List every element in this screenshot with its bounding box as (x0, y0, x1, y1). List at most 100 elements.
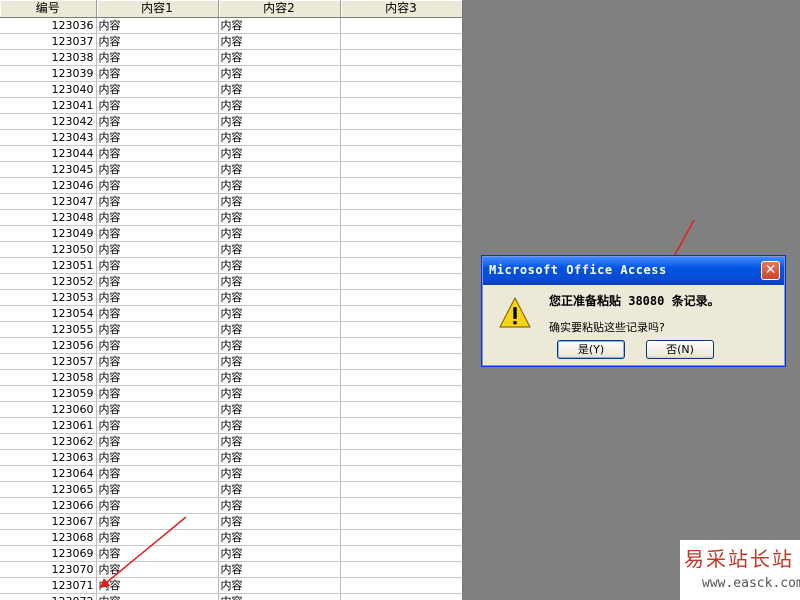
cell-content1[interactable]: 内容 (96, 401, 219, 418)
cell-content1[interactable]: 内容 (96, 129, 219, 146)
cell-content1[interactable]: 内容 (96, 81, 219, 98)
table-row[interactable]: 123072内容内容 (0, 593, 462, 600)
cell-content3[interactable] (340, 97, 462, 114)
cell-content1[interactable]: 内容 (96, 353, 219, 370)
table-row[interactable]: 123051 内容 内容 (0, 257, 462, 274)
table-row[interactable]: 123038 内容 内容 (0, 49, 462, 66)
cell-content1[interactable]: 内容 (96, 369, 219, 386)
cell-content2[interactable]: 内容 (218, 33, 341, 50)
table-row[interactable]: 123040 内容 内容 (0, 81, 462, 98)
table-row[interactable]: 123043 内容 内容 (0, 129, 462, 146)
cell-content3[interactable] (340, 401, 462, 418)
cell-content3[interactable] (340, 545, 462, 562)
cell-content3[interactable] (340, 433, 462, 450)
cell-content2[interactable]: 内容 (218, 17, 341, 34)
cell-content3[interactable] (340, 241, 462, 258)
cell-id[interactable]: 123062 (0, 433, 97, 450)
cell-content3[interactable] (340, 369, 462, 386)
cell-content3[interactable] (340, 449, 462, 466)
cell-content3[interactable] (340, 81, 462, 98)
cell-content3[interactable] (340, 417, 462, 434)
cell-content1[interactable]: 内容 (96, 481, 219, 498)
cell-content1[interactable]: 内容 (96, 465, 219, 482)
table-row[interactable]: 123047 内容 内容 (0, 193, 462, 210)
cell-id[interactable]: 123071 (0, 577, 97, 594)
cell-content3[interactable] (340, 273, 462, 290)
cell-content1[interactable]: 内容 (96, 273, 219, 290)
cell-id[interactable]: 123063 (0, 449, 97, 466)
cell-id[interactable]: 123066 (0, 497, 97, 514)
cell-id[interactable]: 123047 (0, 193, 97, 210)
cell-id[interactable]: 123068 (0, 529, 97, 546)
table-row[interactable]: 123057 内容 内容 (0, 353, 462, 370)
cell-content3[interactable] (340, 577, 462, 594)
cell-content1[interactable]: 内容 (96, 561, 219, 578)
cell-content1[interactable]: 内容 (96, 545, 219, 562)
cell-content2[interactable]: 内容 (218, 401, 341, 418)
cell-content2[interactable]: 内容 (218, 513, 341, 530)
cell-id[interactable]: 123041 (0, 97, 97, 114)
column-header-content2[interactable]: 内容2 (218, 0, 341, 18)
cell-id[interactable]: 123072 (0, 593, 97, 600)
cell-content2[interactable]: 内容 (218, 273, 341, 290)
cell-content2[interactable]: 内容 (218, 113, 341, 130)
cell-content3[interactable] (340, 193, 462, 210)
cell-content2[interactable]: 内容 (218, 225, 341, 242)
table-row[interactable]: 123044 内容 内容 (0, 145, 462, 162)
cell-content3[interactable] (340, 289, 462, 306)
cell-content1[interactable]: 内容 (96, 145, 219, 162)
cell-content2[interactable]: 内容 (218, 561, 341, 578)
cell-content3[interactable] (340, 33, 462, 50)
cell-content1[interactable]: 内容 (96, 321, 219, 338)
cell-id[interactable]: 123046 (0, 177, 97, 194)
cell-content3[interactable] (340, 17, 462, 34)
cell-content3[interactable] (340, 177, 462, 194)
cell-content3[interactable] (340, 465, 462, 482)
table-row[interactable]: 123049 内容 内容 (0, 225, 462, 242)
cell-content2[interactable]: 内容 (218, 81, 341, 98)
cell-content1[interactable]: 内容 (96, 49, 219, 66)
cell-id[interactable]: 123065 (0, 481, 97, 498)
cell-content3[interactable] (340, 209, 462, 226)
table-row[interactable]: 123037 内容 内容 (0, 33, 462, 50)
cell-content3[interactable] (340, 129, 462, 146)
table-row[interactable]: 123069 内容 内容 (0, 545, 462, 562)
cell-content2[interactable]: 内容 (218, 49, 341, 66)
cell-content2[interactable]: 内容 (218, 577, 341, 594)
cell-content2[interactable]: 内容 (218, 465, 341, 482)
cell-id[interactable]: 123054 (0, 305, 97, 322)
cell-content1[interactable]: 内容 (96, 433, 219, 450)
table-row[interactable]: 123058 内容 内容 (0, 369, 462, 386)
table-row[interactable]: 123070 内容 内容 (0, 561, 462, 578)
cell-content2[interactable]: 内容 (218, 337, 341, 354)
cell-id[interactable]: 123050 (0, 241, 97, 258)
cell-content1[interactable]: 内容 (96, 577, 219, 594)
table-row[interactable]: 123059 内容 内容 (0, 385, 462, 402)
cell-content1[interactable]: 内容 (96, 593, 219, 600)
cell-content3[interactable] (340, 337, 462, 354)
cell-content3[interactable] (340, 257, 462, 274)
cell-content1[interactable]: 内容 (96, 529, 219, 546)
table-row[interactable]: 123062 内容 内容 (0, 433, 462, 450)
cell-id[interactable]: 123052 (0, 273, 97, 290)
cell-content3[interactable] (340, 321, 462, 338)
table-row[interactable]: 123048 内容 内容 (0, 209, 462, 226)
cell-content2[interactable]: 内容 (218, 257, 341, 274)
cell-content2[interactable]: 内容 (218, 545, 341, 562)
cell-content2[interactable]: 内容 (218, 193, 341, 210)
cell-content1[interactable]: 内容 (96, 17, 219, 34)
cell-content1[interactable]: 内容 (96, 337, 219, 354)
cell-content2[interactable]: 内容 (218, 209, 341, 226)
cell-id[interactable]: 123039 (0, 65, 97, 82)
table-row[interactable]: 123064 内容 内容 (0, 465, 462, 482)
cell-content2[interactable]: 内容 (218, 385, 341, 402)
cell-id[interactable]: 123043 (0, 129, 97, 146)
table-row[interactable]: 123041 内容 内容 (0, 97, 462, 114)
cell-content3[interactable] (340, 593, 462, 600)
cell-content1[interactable]: 内容 (96, 257, 219, 274)
cell-content2[interactable]: 内容 (218, 97, 341, 114)
cell-content1[interactable]: 内容 (96, 241, 219, 258)
cell-content1[interactable]: 内容 (96, 385, 219, 402)
close-button[interactable]: ✕ (761, 261, 780, 280)
cell-content2[interactable]: 内容 (218, 241, 341, 258)
